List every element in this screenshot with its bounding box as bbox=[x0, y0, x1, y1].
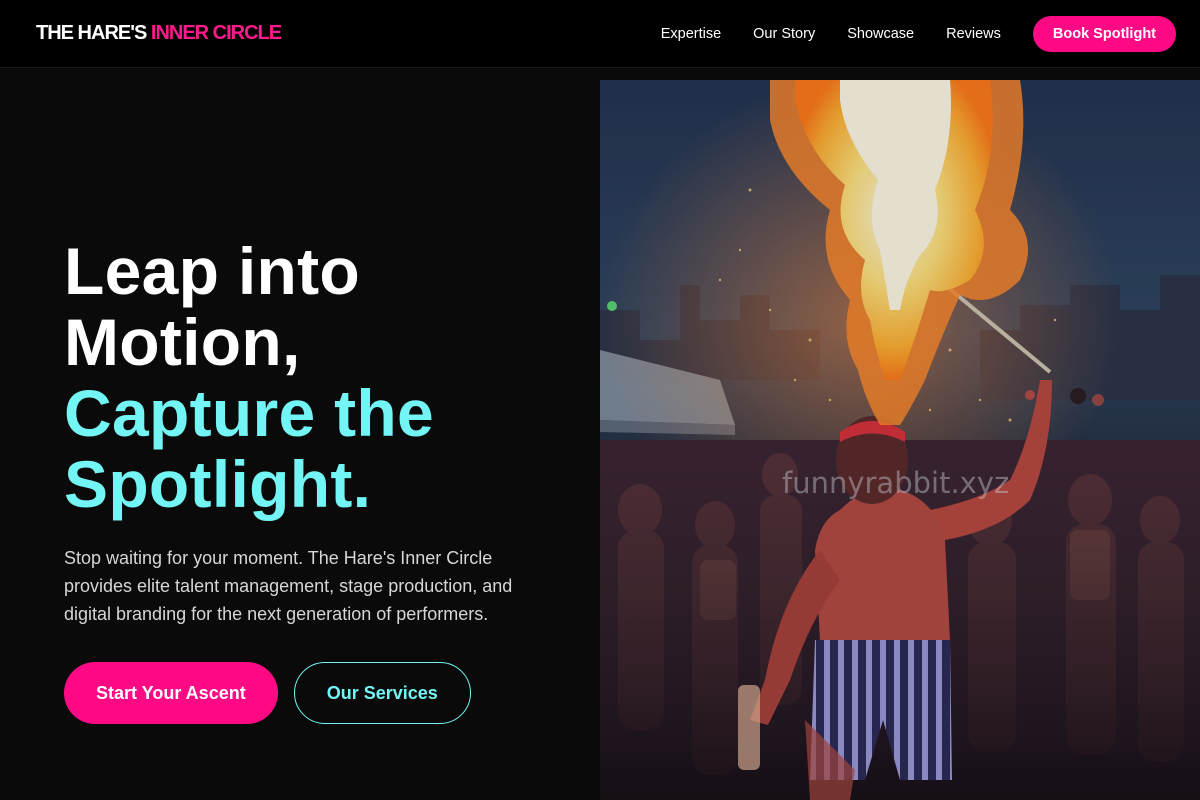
hero-image: funnyrabbit.xyz bbox=[600, 80, 1200, 800]
hero-lead-text: Stop waiting for your moment. The Hare's… bbox=[64, 548, 513, 624]
our-services-button[interactable]: Our Services bbox=[293, 662, 471, 724]
headline-accent-line-1: Capture the bbox=[64, 376, 435, 450]
start-your-ascent-button[interactable]: Start Your Ascent bbox=[64, 662, 278, 724]
hero-content: Leap into Motion, Capture the Spotlight.… bbox=[64, 236, 564, 724]
brand-logo[interactable]: THE HARE'S INNER CIRCLE bbox=[36, 22, 282, 45]
logo-text-accent: INNER CIRCLE bbox=[150, 22, 282, 44]
hero-headline: Leap into Motion, Capture the Spotlight. bbox=[64, 236, 564, 520]
nav-link-reviews[interactable]: Reviews bbox=[946, 26, 1001, 42]
headline-accent-line-2: Spotlight. bbox=[64, 447, 372, 521]
nav-link-expertise[interactable]: Expertise bbox=[661, 26, 721, 42]
headline-line-2: Motion, bbox=[64, 305, 301, 379]
nav-links: Expertise Our Story Showcase Reviews bbox=[661, 26, 1001, 42]
fire-breather-photo bbox=[600, 80, 1200, 800]
top-navbar: THE HARE'S INNER CIRCLE Expertise Our St… bbox=[0, 0, 1200, 68]
book-spotlight-button[interactable]: Book Spotlight bbox=[1032, 15, 1176, 52]
hero-cta-group: Start Your Ascent Our Services bbox=[64, 662, 564, 724]
nav-link-showcase[interactable]: Showcase bbox=[847, 26, 914, 42]
watermark-text: funnyrabbit.xyz bbox=[782, 466, 1010, 500]
logo-text-primary: THE HARE'S bbox=[36, 22, 147, 44]
nav-link-our-story[interactable]: Our Story bbox=[753, 26, 815, 42]
headline-line-1: Leap into bbox=[64, 234, 361, 308]
nav-right-group: Expertise Our Story Showcase Reviews Boo… bbox=[661, 15, 1176, 52]
